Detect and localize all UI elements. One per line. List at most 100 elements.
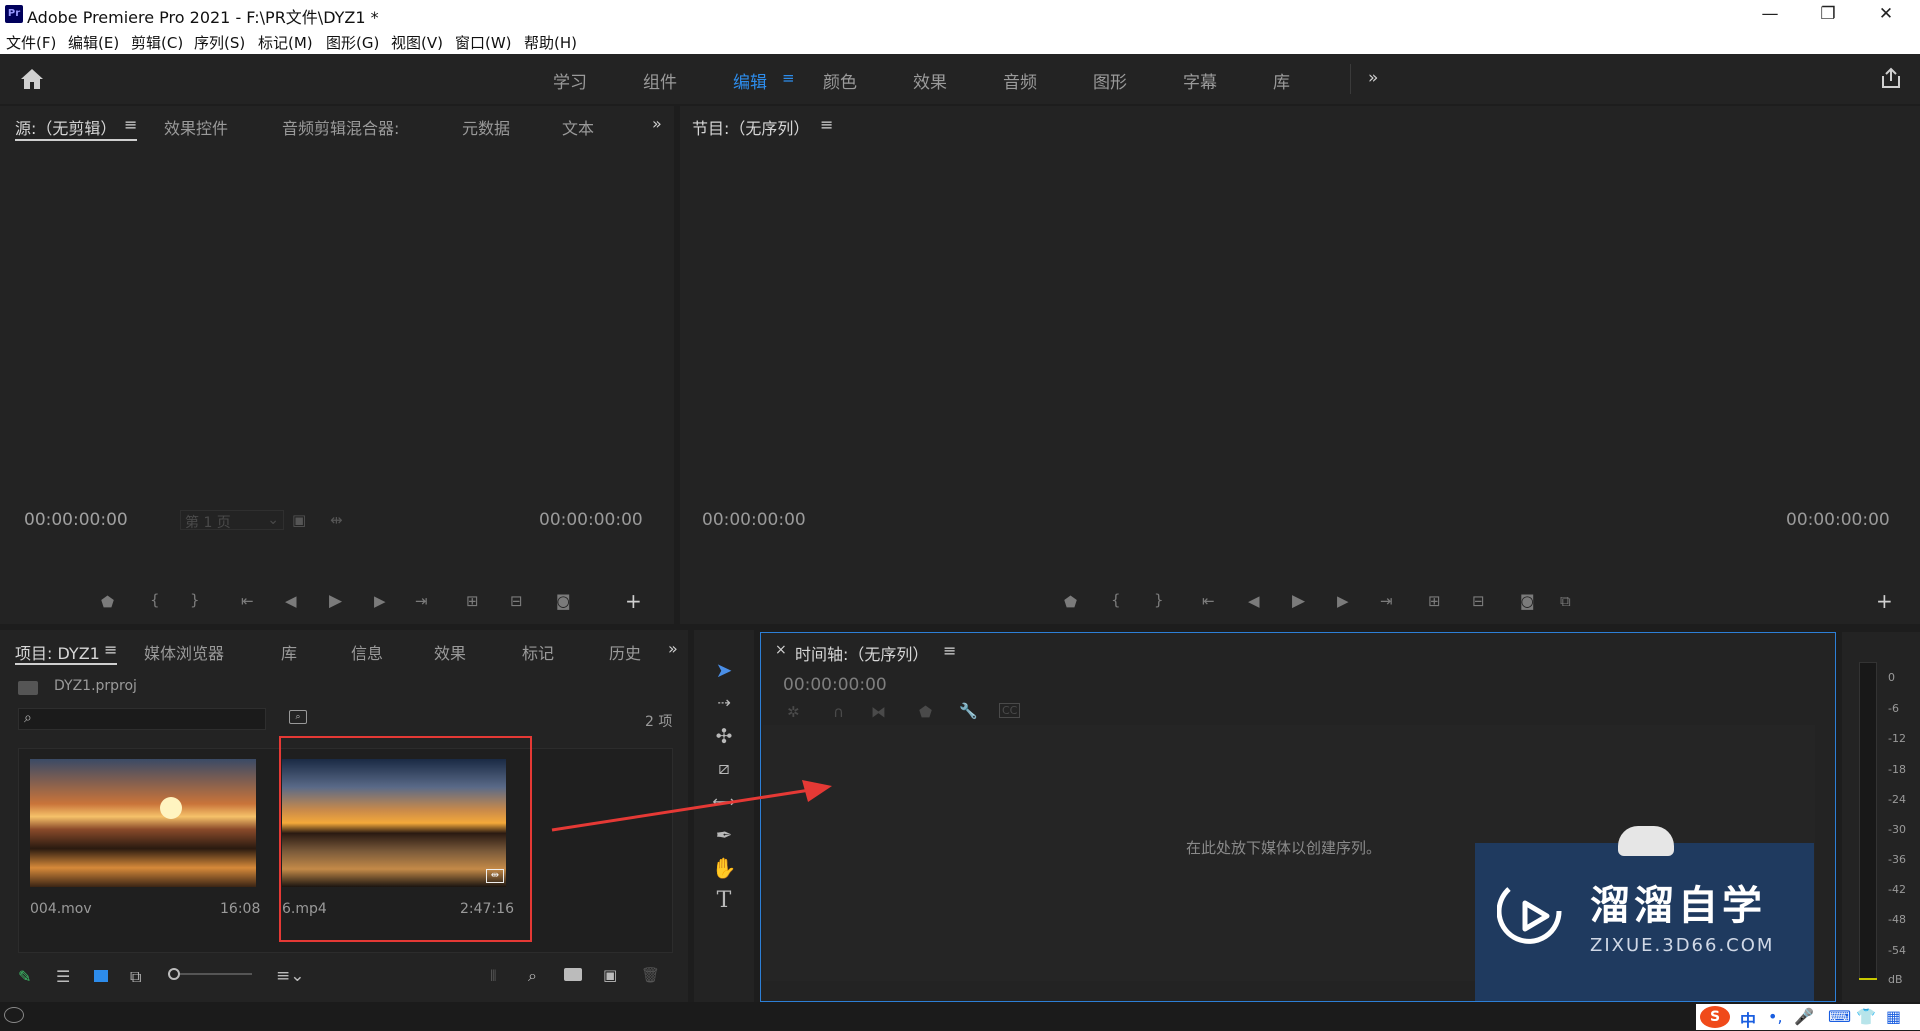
nest-icon[interactable]: ✲ [787, 703, 800, 721]
go-to-out-icon[interactable]: ⇥ [1380, 592, 1393, 610]
workspace-tab-color[interactable]: 颜色 [823, 68, 857, 93]
zoom-slider[interactable] [168, 968, 252, 980]
home-icon[interactable] [20, 68, 44, 90]
tab-effects[interactable]: 效果 [434, 640, 466, 664]
menu-view[interactable]: 视图(V) [391, 32, 443, 53]
list-view-icon[interactable]: ☰ [56, 967, 70, 986]
overwrite-icon[interactable]: ⊟ [510, 592, 523, 610]
search-input[interactable]: ⌕ [18, 708, 266, 730]
menu-file[interactable]: 文件(F) [6, 32, 56, 53]
timeline-timecode[interactable]: 00:00:00:00 [783, 675, 887, 695]
workspace-tab-captions[interactable]: 字幕 [1183, 68, 1217, 93]
step-back-icon[interactable]: ◀ [285, 592, 297, 610]
add-marker-icon[interactable]: ⬟ [1064, 593, 1077, 611]
menu-edit[interactable]: 编辑(E) [68, 32, 119, 53]
share-icon[interactable] [1879, 66, 1903, 90]
camera-icon[interactable]: ◙ [556, 592, 571, 610]
new-item-icon[interactable]: ▣ [603, 966, 617, 984]
program-timecode-out[interactable]: 00:00:00:00 [1786, 510, 1890, 530]
restore-button[interactable]: ❐ [1808, 2, 1848, 26]
extract-icon[interactable]: ⊟ [1472, 592, 1485, 610]
timeline-title[interactable]: 时间轴:（无序列） [795, 641, 928, 665]
sort-icon[interactable]: ≡⌄ [276, 966, 305, 986]
minimize-button[interactable]: — [1750, 2, 1790, 26]
project-overflow-icon[interactable]: » [668, 639, 678, 658]
step-forward-icon[interactable]: ▶ [1337, 592, 1349, 610]
camera-icon[interactable]: ◙ [1520, 592, 1535, 610]
add-button-icon[interactable]: + [625, 589, 642, 613]
close-timeline-icon[interactable]: × [775, 642, 787, 658]
automate-icon[interactable]: ⦀ [490, 967, 497, 985]
comparison-view-icon[interactable]: ⧉ [1560, 592, 1571, 610]
tab-info[interactable]: 信息 [351, 640, 383, 664]
go-to-in-icon[interactable]: ⇤ [1202, 592, 1215, 610]
source-overflow-icon[interactable]: » [652, 114, 662, 133]
icon-view-icon[interactable] [94, 970, 108, 982]
tab-project[interactable]: 项目: DYZ1 [15, 640, 100, 664]
tab-libraries[interactable]: 库 [281, 640, 297, 664]
workspace-overflow-icon[interactable]: » [1368, 68, 1378, 88]
menu-clip[interactable]: 剪辑(C) [131, 32, 183, 53]
tab-source[interactable]: 源:（无剪辑） [15, 115, 116, 139]
find-icon[interactable]: ⌕ [528, 966, 537, 986]
close-button[interactable]: ✕ [1866, 2, 1906, 26]
mark-out-icon[interactable]: } [1154, 591, 1164, 609]
project-panel-menu-icon[interactable]: ≡ [104, 640, 117, 659]
menu-graphics[interactable]: 图形(G) [326, 32, 379, 53]
workspace-tab-effects[interactable]: 效果 [913, 68, 947, 93]
clip-thumbnail[interactable] [30, 759, 256, 887]
snap-icon[interactable]: ∩ [833, 703, 844, 721]
go-to-in-icon[interactable]: ⇤ [241, 592, 254, 610]
source-timecode-out[interactable]: 00:00:00:00 [539, 510, 643, 530]
workspace-tab-editing[interactable]: 编辑 [733, 68, 767, 93]
menu-marker[interactable]: 标记(M) [258, 32, 313, 53]
step-forward-icon[interactable]: ▶ [374, 592, 386, 610]
tab-metadata[interactable]: 元数据 [462, 115, 510, 139]
mark-in-icon[interactable]: { [150, 591, 160, 609]
workspace-tab-learn[interactable]: 学习 [553, 68, 587, 93]
tab-markers[interactable]: 标记 [522, 640, 554, 664]
mark-in-icon[interactable]: { [1111, 591, 1121, 609]
workspace-tab-audio[interactable]: 音频 [1003, 68, 1037, 93]
workspace-tab-libraries[interactable]: 库 [1273, 68, 1290, 93]
program-title[interactable]: 节目:（无序列） [692, 115, 809, 139]
tab-audio-clip-mixer[interactable]: 音频剪辑混合器: [282, 115, 399, 139]
mark-out-icon[interactable]: } [190, 591, 200, 609]
clear-icon[interactable]: 🗑 [641, 966, 660, 984]
source-timecode-in[interactable]: 00:00:00:00 [24, 510, 128, 530]
ripple-edit-tool-icon[interactable]: ✣ [706, 721, 742, 751]
play-icon[interactable]: ▶ [329, 591, 342, 611]
skin-icon[interactable]: 👕 [1856, 1007, 1876, 1026]
microphone-icon[interactable]: 🎤 [1794, 1007, 1814, 1026]
menu-window[interactable]: 窗口(W) [455, 32, 512, 53]
linked-selection-icon[interactable]: ⧓ [871, 703, 886, 721]
keyboard-icon[interactable]: ⌨ [1828, 1007, 1851, 1026]
add-marker-icon[interactable]: ⬟ [101, 593, 114, 611]
tab-effect-controls[interactable]: 效果控件 [164, 115, 228, 139]
go-to-out-icon[interactable]: ⇥ [415, 592, 428, 610]
captions-icon[interactable]: CC [999, 703, 1021, 718]
new-bin-icon[interactable] [564, 968, 582, 981]
play-icon[interactable]: ▶ [1292, 591, 1305, 611]
add-marker-icon[interactable]: ⬟ [919, 703, 932, 721]
add-button-icon[interactable]: + [1876, 589, 1893, 613]
workspace-menu-icon[interactable]: ≡ [782, 69, 795, 87]
tab-history[interactable]: 历史 [609, 640, 641, 664]
lift-icon[interactable]: ⊞ [1428, 592, 1441, 610]
insert-icon[interactable]: ⊞ [466, 592, 479, 610]
ime-mode[interactable]: 中 [1740, 1007, 1756, 1031]
tab-text[interactable]: 文本 [562, 115, 594, 139]
hand-tool-icon[interactable]: ✋ [706, 853, 742, 883]
source-panel-menu-icon[interactable]: ≡ [124, 115, 137, 134]
type-tool-icon[interactable]: T [706, 886, 742, 916]
selection-tool-icon[interactable]: ➤ [706, 655, 742, 685]
wrench-icon[interactable]: 🔧 [959, 702, 978, 720]
new-search-bin-icon[interactable]: ⌕ [289, 710, 307, 724]
pencil-icon[interactable]: ✎ [18, 967, 31, 986]
zoom-slider-handle[interactable] [168, 968, 180, 980]
punctuation-icon[interactable]: •, [1768, 1007, 1783, 1026]
menu-help[interactable]: 帮助(H) [524, 32, 577, 53]
sogou-logo-icon[interactable]: S [1700, 1006, 1730, 1028]
program-timecode-in[interactable]: 00:00:00:00 [702, 510, 806, 530]
freeform-view-icon[interactable]: ⧉ [130, 967, 141, 987]
